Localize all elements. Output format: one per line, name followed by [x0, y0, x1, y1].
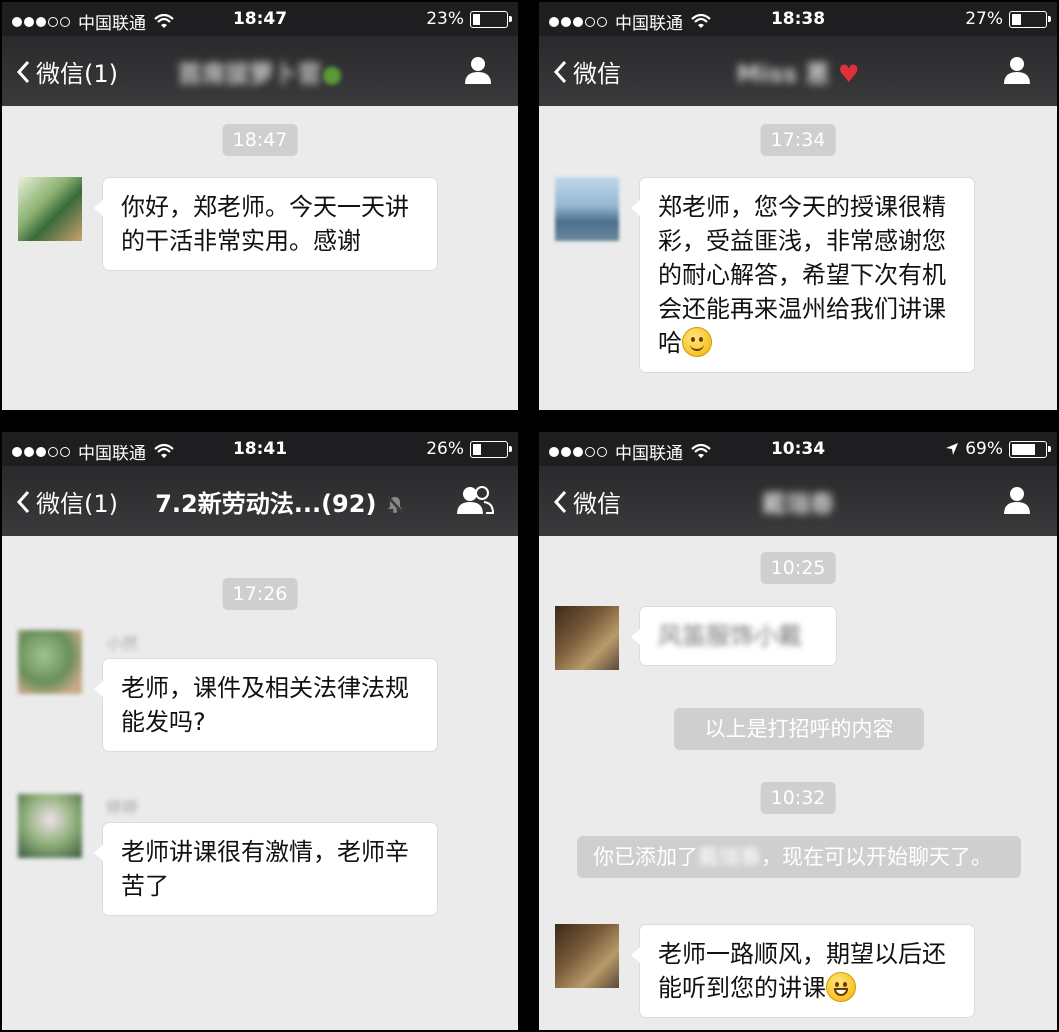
status-bar: 中国联通 18:38 27% — [539, 2, 1057, 36]
battery-icon — [470, 440, 512, 458]
battery-percent: 27% — [965, 9, 1003, 29]
battery-percent: 26% — [426, 439, 464, 459]
chat-title: 戴瑞春 — [762, 490, 834, 518]
battery-icon — [1009, 10, 1051, 28]
avatar[interactable] — [555, 606, 619, 670]
avatar[interactable] — [555, 177, 619, 241]
time-chip: 17:34 — [760, 124, 836, 156]
greeting-bubble[interactable]: 风笛服饰小戴 — [631, 606, 837, 666]
chat-screen-2: 中国联通 18:38 27% 微信 Miss 蒽 ♥ 17:34 郑老师，您今天… — [539, 2, 1057, 410]
chat-screen-3: 中国联通 18:41 26% 微信(1) 7.2新劳动法...(92) 17:2… — [2, 432, 518, 1030]
status-bar: 中国联通 18:47 23% — [2, 2, 518, 36]
greeting-text: 风笛服饰小戴 — [658, 622, 802, 650]
time-chip: 10:25 — [760, 552, 836, 584]
status-bar: 中国联通 18:41 26% — [2, 432, 518, 466]
message-text: 你好，郑老师。今天一天讲的干活非常实用。感谢 — [121, 193, 409, 255]
user-icon[interactable] — [1001, 54, 1033, 86]
system-message-added: 你已添加了戴瑞春，现在可以开始聊天了。 — [577, 836, 1021, 878]
nav-bar: 微信(1) 7.2新劳动法...(92) — [2, 466, 518, 536]
avatar[interactable] — [555, 924, 619, 988]
user-icon[interactable] — [462, 54, 494, 86]
time-chip: 10:32 — [760, 782, 836, 814]
message-bubble[interactable]: 老师讲课很有激情，老师辛苦了 — [94, 822, 438, 916]
location-arrow-icon — [946, 443, 959, 455]
user-icon[interactable] — [1001, 484, 1033, 516]
nav-bar: 微信 Miss 蒽 ♥ — [539, 36, 1057, 106]
message-text: 老师讲课很有激情，老师辛苦了 — [121, 838, 409, 900]
system-message: 以上是打招呼的内容 — [674, 708, 924, 750]
message-text: 老师，课件及相关法律法规能发吗? — [121, 674, 409, 736]
time-chip: 17:26 — [222, 578, 298, 610]
chat-title: Miss 蒽 ♥ — [736, 60, 860, 88]
message-bubble[interactable]: 老师一路顺风，期望以后还能听到您的讲课 — [631, 924, 975, 1018]
message-bubble[interactable]: 老师，课件及相关法律法规能发吗? — [94, 658, 438, 752]
message-text: 老师一路顺风，期望以后还能听到您的讲课 — [658, 940, 946, 1002]
group-icon[interactable] — [456, 484, 494, 516]
chat-title: 7.2新劳动法...(92) — [22, 484, 518, 519]
sender-name: 婷婷 — [106, 798, 139, 817]
nav-bar: 微信(1) 首席拔萝卜官● — [2, 36, 518, 106]
battery-icon — [1009, 440, 1051, 458]
battery-percent: 69% — [965, 439, 1003, 459]
grin-emoji-icon — [826, 972, 856, 1002]
sender-name: 小然 — [106, 634, 139, 653]
battery-icon — [470, 10, 512, 28]
avatar[interactable] — [18, 630, 82, 694]
avatar[interactable] — [18, 177, 82, 241]
smile-emoji-icon — [682, 327, 712, 357]
chat-title: 首席拔萝卜官● — [177, 60, 343, 88]
time-chip: 18:47 — [222, 124, 298, 156]
battery-percent: 23% — [426, 9, 464, 29]
mute-bell-icon — [386, 496, 403, 513]
status-bar: 中国联通 10:34 69% — [539, 432, 1057, 466]
avatar[interactable] — [18, 794, 82, 858]
nav-bar: 微信 戴瑞春 — [539, 466, 1057, 536]
message-bubble[interactable]: 你好，郑老师。今天一天讲的干活非常实用。感谢 — [94, 177, 438, 271]
chat-screen-1: 中国联通 18:47 23% 微信(1) 首席拔萝卜官● 18:47 你好，郑老… — [2, 2, 518, 410]
message-bubble[interactable]: 郑老师，您今天的授课很精彩，受益匪浅，非常感谢您的耐心解答，希望下次有机会还能再… — [631, 177, 975, 373]
chat-screen-4: 中国联通 10:34 69% 微信 戴瑞春 10:25 风笛服饰小戴 以上是打招… — [539, 432, 1057, 1030]
